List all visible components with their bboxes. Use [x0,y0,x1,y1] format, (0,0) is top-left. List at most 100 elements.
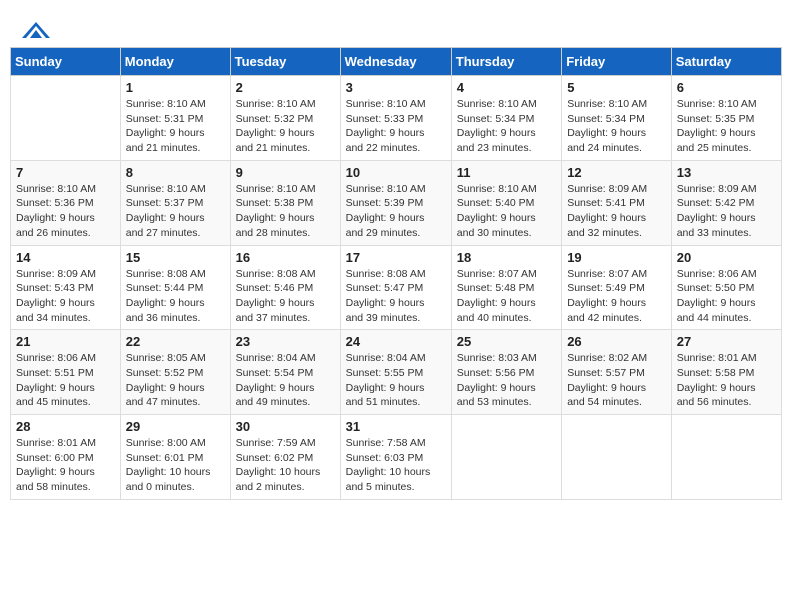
table-row: 14 Sunrise: 8:09 AMSunset: 5:43 PMDayligh… [11,245,121,330]
table-row: 27 Sunrise: 8:01 AMSunset: 5:58 PMDayligh… [671,330,781,415]
table-row: 16 Sunrise: 8:08 AMSunset: 5:46 PMDayligh… [230,245,340,330]
table-row: 7Sunrise: 8:10 AMSunset: 5:36 PMDaylight… [11,160,121,245]
day-number: 7 [16,165,115,180]
day-info: Sunrise: 8:10 AMSunset: 5:39 PMDaylight:… [346,182,446,241]
day-info: Sunrise: 8:06 AMSunset: 5:50 PMDaylight:… [677,267,776,326]
table-row: 8Sunrise: 8:10 AMSunset: 5:37 PMDaylight… [120,160,230,245]
day-number: 10 [346,165,446,180]
day-number: 9 [236,165,335,180]
day-number: 19 [567,250,666,265]
day-info: Sunrise: 8:01 AMSunset: 5:58 PMDaylight:… [677,351,776,410]
table-row: 4 Sunrise: 8:10 AMSunset: 5:34 PMDaylight… [451,76,561,161]
day-info: Sunrise: 8:10 AMSunset: 5:38 PMDaylight:… [236,182,335,241]
day-number: 6 [677,80,776,95]
table-row: 1Sunrise: 8:10 AMSunset: 5:31 PMDaylight… [120,76,230,161]
table-row [562,415,672,500]
day-number: 15 [126,250,225,265]
table-row: 13 Sunrise: 8:09 AMSunset: 5:42 PMDayligh… [671,160,781,245]
day-info: Sunrise: 8:10 AMSunset: 5:32 PMDaylight:… [236,97,335,156]
table-row [451,415,561,500]
day-info: Sunrise: 8:09 AMSunset: 5:42 PMDaylight:… [677,182,776,241]
table-row: 25Sunrise: 8:03 AMSunset: 5:56 PMDayligh… [451,330,561,415]
logo-icon [20,20,52,42]
col-friday: Friday [562,48,672,76]
table-row: 15 Sunrise: 8:08 AMSunset: 5:44 PMDayligh… [120,245,230,330]
day-info: Sunrise: 8:07 AMSunset: 5:48 PMDaylight:… [457,267,556,326]
table-row: 18 Sunrise: 8:07 AMSunset: 5:48 PMDayligh… [451,245,561,330]
calendar-table: Sunday Monday Tuesday Wednesday Thursday… [10,47,782,500]
table-row: 30 Sunrise: 7:59 AMSunset: 6:02 PMDayligh… [230,415,340,500]
table-row: 21 Sunrise: 8:06 AMSunset: 5:51 PMDayligh… [11,330,121,415]
day-info: Sunrise: 8:04 AMSunset: 5:54 PMDaylight:… [236,351,335,410]
day-info: Sunrise: 8:09 AMSunset: 5:41 PMDaylight:… [567,182,666,241]
calendar-week-row: 14 Sunrise: 8:09 AMSunset: 5:43 PMDayligh… [11,245,782,330]
day-info: Sunrise: 7:59 AMSunset: 6:02 PMDaylight:… [236,436,335,495]
col-thursday: Thursday [451,48,561,76]
day-number: 24 [346,334,446,349]
table-row: 28 Sunrise: 8:01 AMSunset: 6:00 PMDayligh… [11,415,121,500]
table-row: 26Sunrise: 8:02 AMSunset: 5:57 PMDayligh… [562,330,672,415]
day-info: Sunrise: 7:58 AMSunset: 6:03 PMDaylight:… [346,436,446,495]
day-number: 21 [16,334,115,349]
day-number: 13 [677,165,776,180]
table-row: 17 Sunrise: 8:08 AMSunset: 5:47 PMDayligh… [340,245,451,330]
day-number: 30 [236,419,335,434]
day-info: Sunrise: 8:07 AMSunset: 5:49 PMDaylight:… [567,267,666,326]
day-info: Sunrise: 8:10 AMSunset: 5:40 PMDaylight:… [457,182,556,241]
day-number: 16 [236,250,335,265]
day-number: 29 [126,419,225,434]
day-number: 23 [236,334,335,349]
table-row [11,76,121,161]
table-row: 10 Sunrise: 8:10 AMSunset: 5:39 PMDayligh… [340,160,451,245]
day-number: 27 [677,334,776,349]
day-info: Sunrise: 8:10 AMSunset: 5:33 PMDaylight:… [346,97,446,156]
col-sunday: Sunday [11,48,121,76]
table-row: 11 Sunrise: 8:10 AMSunset: 5:40 PMDayligh… [451,160,561,245]
table-row: 19 Sunrise: 8:07 AMSunset: 5:49 PMDayligh… [562,245,672,330]
col-tuesday: Tuesday [230,48,340,76]
day-number: 18 [457,250,556,265]
day-info: Sunrise: 8:00 AMSunset: 6:01 PMDaylight:… [126,436,225,495]
day-number: 22 [126,334,225,349]
page-header [10,10,782,47]
table-row: 20 Sunrise: 8:06 AMSunset: 5:50 PMDayligh… [671,245,781,330]
day-number: 1 [126,80,225,95]
day-number: 20 [677,250,776,265]
table-row: 6 Sunrise: 8:10 AMSunset: 5:35 PMDaylight… [671,76,781,161]
day-info: Sunrise: 8:01 AMSunset: 6:00 PMDaylight:… [16,436,115,495]
day-info: Sunrise: 8:10 AMSunset: 5:34 PMDaylight:… [457,97,556,156]
day-number: 4 [457,80,556,95]
day-number: 31 [346,419,446,434]
day-info: Sunrise: 8:10 AMSunset: 5:35 PMDaylight:… [677,97,776,156]
day-info: Sunrise: 8:08 AMSunset: 5:44 PMDaylight:… [126,267,225,326]
day-info: Sunrise: 8:08 AMSunset: 5:46 PMDaylight:… [236,267,335,326]
day-number: 17 [346,250,446,265]
day-number: 26 [567,334,666,349]
calendar-week-row: 28 Sunrise: 8:01 AMSunset: 6:00 PMDayligh… [11,415,782,500]
col-saturday: Saturday [671,48,781,76]
table-row: 5Sunrise: 8:10 AMSunset: 5:34 PMDaylight… [562,76,672,161]
logo [20,20,54,42]
day-number: 2 [236,80,335,95]
calendar-week-row: 1Sunrise: 8:10 AMSunset: 5:31 PMDaylight… [11,76,782,161]
calendar-week-row: 21 Sunrise: 8:06 AMSunset: 5:51 PMDayligh… [11,330,782,415]
day-number: 11 [457,165,556,180]
day-info: Sunrise: 8:08 AMSunset: 5:47 PMDaylight:… [346,267,446,326]
table-row [671,415,781,500]
day-number: 25 [457,334,556,349]
day-number: 5 [567,80,666,95]
day-number: 12 [567,165,666,180]
day-number: 28 [16,419,115,434]
day-info: Sunrise: 8:09 AMSunset: 5:43 PMDaylight:… [16,267,115,326]
table-row: 23 Sunrise: 8:04 AMSunset: 5:54 PMDayligh… [230,330,340,415]
col-monday: Monday [120,48,230,76]
table-row: 29 Sunrise: 8:00 AMSunset: 6:01 PMDayligh… [120,415,230,500]
day-number: 14 [16,250,115,265]
day-info: Sunrise: 8:04 AMSunset: 5:55 PMDaylight:… [346,351,446,410]
table-row: 12 Sunrise: 8:09 AMSunset: 5:41 PMDayligh… [562,160,672,245]
day-info: Sunrise: 8:06 AMSunset: 5:51 PMDaylight:… [16,351,115,410]
day-number: 3 [346,80,446,95]
day-info: Sunrise: 8:10 AMSunset: 5:37 PMDaylight:… [126,182,225,241]
table-row: 22Sunrise: 8:05 AMSunset: 5:52 PMDayligh… [120,330,230,415]
table-row: 9 Sunrise: 8:10 AMSunset: 5:38 PMDaylight… [230,160,340,245]
